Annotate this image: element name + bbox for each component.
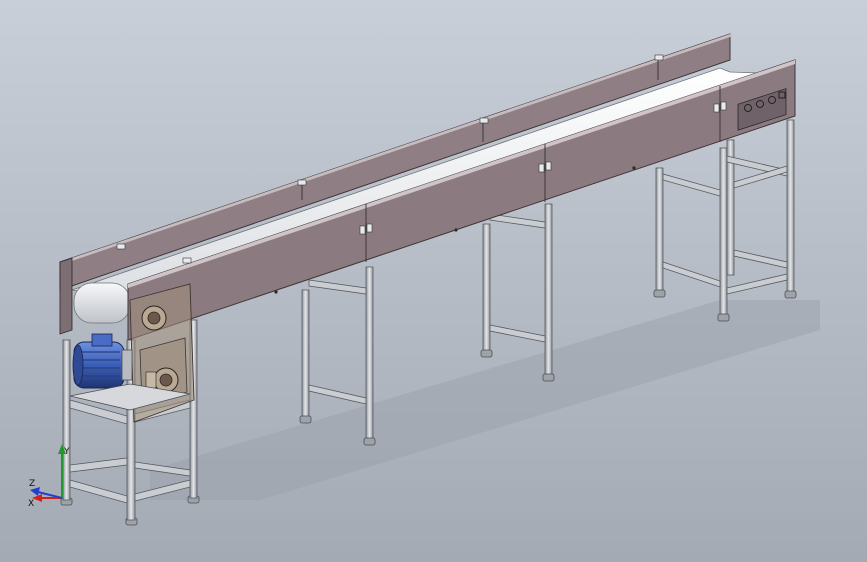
triad-z-label: Z [29,479,35,489]
cad-viewport[interactable]: Y Z X [0,0,867,562]
coordinate-triad: Y Z X [28,444,70,509]
front-side-panel [127,59,796,341]
front-panel-top-lip [128,60,795,288]
front-end-cap [59,257,73,335]
triad-x-label: X [28,499,34,509]
triad-y-label: Y [63,447,70,457]
end-roller [73,282,131,324]
conveyor-model[interactable] [0,0,867,562]
